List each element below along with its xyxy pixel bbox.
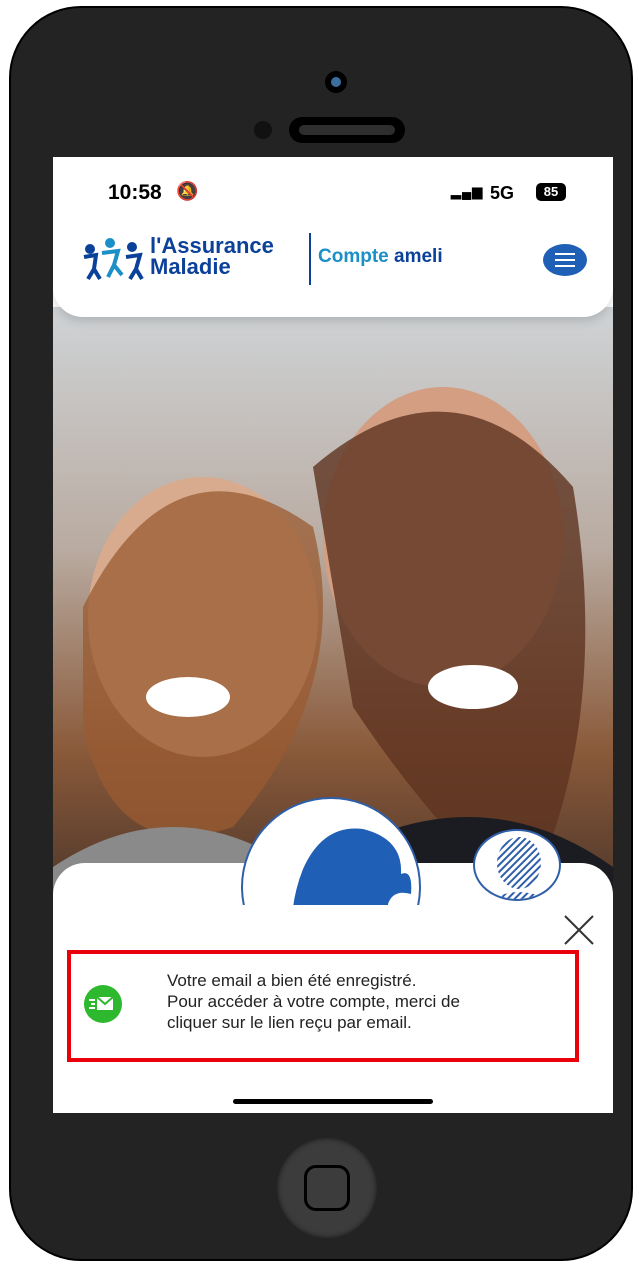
- status-time: 10:58: [108, 181, 162, 204]
- toast-line3: cliquer sur le lien reçu par email.: [167, 1013, 412, 1032]
- proximity-sensor: [254, 121, 272, 139]
- toast-line2: Pour accéder à votre compte, merci de: [167, 992, 460, 1011]
- network-type: 5G: [490, 183, 515, 203]
- earpiece-speaker: [289, 117, 405, 143]
- header-divider: [309, 233, 311, 285]
- close-icon[interactable]: [562, 913, 596, 947]
- app-screen: 10:58 🔕 ▂▄▆ 5G 85 l'Assurance Maladie Co…: [53, 157, 613, 1113]
- signal-icon: ▂▄▆: [451, 184, 484, 199]
- battery-indicator: 85: [536, 183, 566, 201]
- brand-name: l'Assurance Maladie: [150, 233, 274, 279]
- profile-avatar-guest[interactable]: [473, 829, 561, 901]
- toast-message: Votre email a bien été enregistré. Pour …: [167, 970, 567, 1033]
- compte-label: Compte: [318, 246, 389, 267]
- email-sent-icon: [84, 985, 122, 1023]
- app-header: 10:58 🔕 ▂▄▆ 5G 85 l'Assurance Maladie Co…: [53, 157, 613, 317]
- brand-line2: Maladie: [150, 254, 231, 279]
- email-confirmation-toast: Votre email a bien été enregistré. Pour …: [67, 950, 579, 1062]
- toast-line1: Votre email a bien été enregistré.: [167, 971, 417, 990]
- home-button[interactable]: [277, 1138, 377, 1238]
- compte-ameli-title: Compte ameli: [318, 246, 443, 268]
- assurance-maladie-logo-icon: [83, 238, 144, 281]
- ameli-label: ameli: [394, 246, 443, 267]
- home-indicator[interactable]: [233, 1099, 433, 1104]
- front-camera: [325, 71, 347, 93]
- menu-icon[interactable]: [543, 244, 587, 276]
- brand-line1: l'Assurance: [150, 233, 274, 258]
- bell-slash-icon: 🔕: [176, 181, 199, 201]
